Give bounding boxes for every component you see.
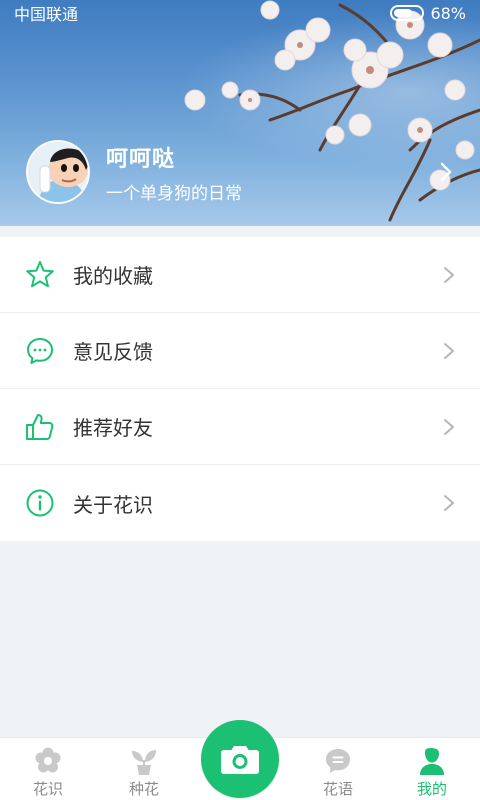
menu-item-about[interactable]: 关于花识 bbox=[0, 465, 480, 541]
nav-label: 花语 bbox=[322, 780, 353, 798]
battery-percentage: 68% bbox=[430, 3, 466, 23]
camera-icon bbox=[221, 746, 259, 774]
menu-item-label: 我的收藏 bbox=[73, 264, 153, 288]
thumbs-up-icon bbox=[26, 413, 54, 440]
status-bar: 中国联通 68% bbox=[0, 0, 480, 26]
nav-item-mine[interactable]: 我的 bbox=[384, 738, 480, 800]
nav-item-plant[interactable]: 种花 bbox=[96, 738, 192, 800]
nav-item-identify[interactable]: 花识 bbox=[0, 738, 96, 800]
camera-button[interactable] bbox=[201, 720, 279, 798]
user-icon bbox=[420, 747, 444, 775]
avatar-illustration bbox=[28, 142, 88, 202]
star-icon bbox=[26, 260, 54, 287]
chevron-right-icon bbox=[444, 266, 454, 283]
profile-text: 呵呵哒 一个单身狗的日常 bbox=[106, 141, 242, 204]
nickname: 呵呵哒 bbox=[106, 146, 176, 172]
profile-header: 中国联通 68% 呵呵哒 一个单身狗的日常 bbox=[0, 0, 480, 226]
nav-label: 我的 bbox=[416, 780, 447, 798]
chevron-right-icon[interactable] bbox=[438, 162, 454, 182]
menu-item-favorites[interactable]: 我的收藏 bbox=[0, 237, 480, 313]
flower-icon bbox=[35, 747, 61, 773]
menu-item-label: 意见反馈 bbox=[73, 340, 153, 364]
nav-label: 花识 bbox=[32, 780, 63, 798]
chevron-right-icon bbox=[444, 342, 454, 359]
avatar[interactable] bbox=[26, 140, 90, 204]
nav-label: 种花 bbox=[128, 780, 159, 798]
menu-item-recommend[interactable]: 推荐好友 bbox=[0, 389, 480, 465]
menu-item-feedback[interactable]: 意见反馈 bbox=[0, 313, 480, 389]
bio: 一个单身狗的日常 bbox=[106, 183, 242, 204]
info-icon bbox=[26, 489, 54, 517]
status-right: 68% bbox=[390, 4, 466, 23]
menu-item-label: 关于花识 bbox=[73, 492, 153, 517]
sprout-icon bbox=[132, 750, 156, 775]
chevron-right-icon bbox=[444, 495, 454, 511]
carrier-label: 中国联通 bbox=[14, 5, 79, 24]
chat-bubble-icon bbox=[27, 337, 53, 364]
nav-item-language[interactable]: 花语 bbox=[290, 738, 386, 800]
settings-menu: 我的收藏 意见反馈 推荐好友 关于花识 bbox=[0, 237, 480, 541]
chevron-right-icon bbox=[444, 418, 454, 435]
message-icon bbox=[326, 749, 350, 773]
menu-item-label: 推荐好友 bbox=[73, 416, 153, 440]
battery-icon bbox=[390, 5, 425, 21]
profile-card[interactable]: 呵呵哒 一个单身狗的日常 bbox=[26, 140, 466, 204]
